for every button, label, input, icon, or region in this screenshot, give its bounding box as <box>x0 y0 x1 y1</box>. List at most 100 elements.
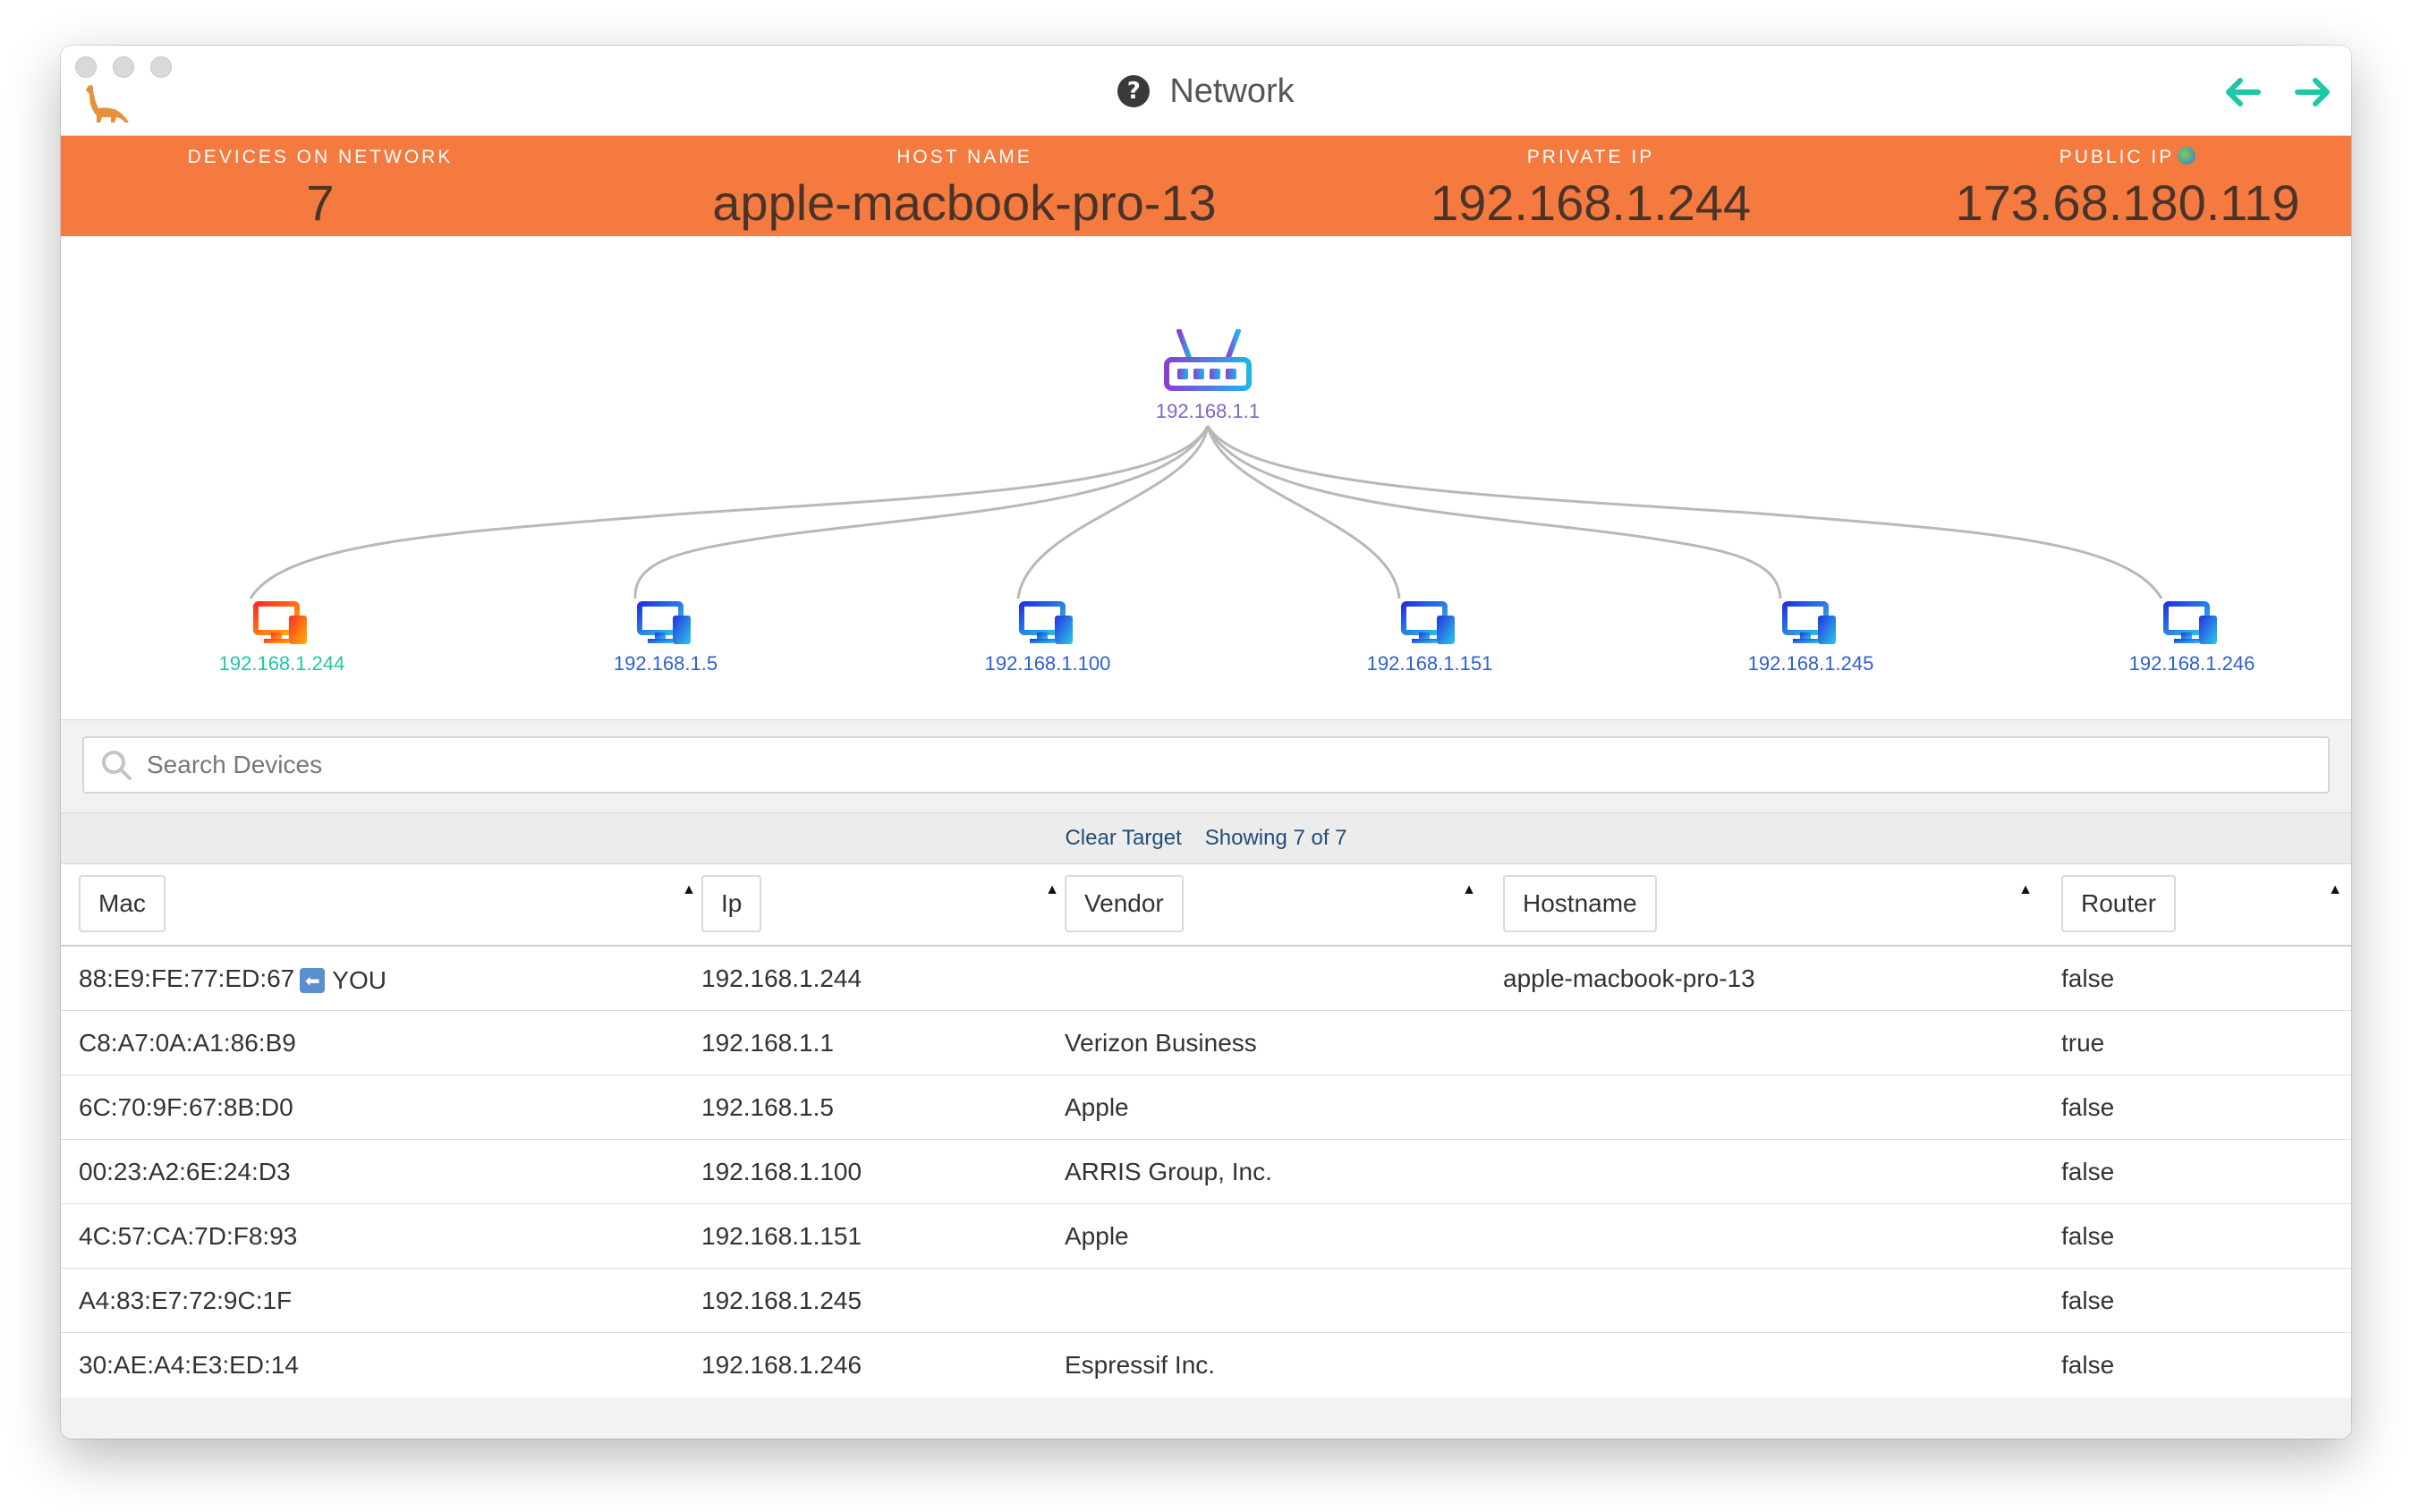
computer-self-icon <box>253 601 307 644</box>
you-badge: ⬅ YOU <box>300 948 386 1013</box>
filter-bar: Clear Target Showing 7 of 7 <box>61 812 2351 864</box>
cell-ip: 192.168.1.5 <box>701 1093 834 1121</box>
search-box[interactable] <box>82 736 2330 794</box>
sort-arrow-icon[interactable]: ▲ <box>1045 882 1059 898</box>
cell-mac: 00:23:A2:6E:24:D3 <box>79 1158 291 1185</box>
computer-icon <box>2163 601 2217 644</box>
help-icon[interactable]: ? <box>1117 75 1151 107</box>
cell-router: false <box>2061 1093 2115 1121</box>
back-arrow-icon[interactable] <box>2222 72 2262 112</box>
link-to-151 <box>1206 425 1401 599</box>
footer-area <box>61 1397 2351 1439</box>
navigation-arrows <box>2222 72 2333 112</box>
cell-router: false <box>2061 1351 2115 1379</box>
left-arrow-icon: ⬅ <box>300 968 326 993</box>
stat-host-value: apple-macbook-pro-13 <box>712 174 1217 231</box>
search-icon <box>102 751 132 780</box>
cell-vendor: Apple <box>1065 1093 1129 1121</box>
stat-private-label: PRIVATE IP <box>1526 147 1655 167</box>
device-ip-self: 192.168.1.244 <box>218 652 345 675</box>
table-row[interactable]: 4C:57:CA:7D:F8:93 192.168.1.151 Apple fa… <box>61 1204 2351 1269</box>
device-node-151[interactable]: 192.168.1.151 <box>1367 601 1492 675</box>
router-icon <box>1164 328 1252 391</box>
stat-public-label-text: PUBLIC IP <box>2059 147 2175 167</box>
title-bar: ? Network <box>61 46 2351 136</box>
column-ip-label[interactable]: Ip <box>701 875 762 932</box>
device-node-5[interactable]: 192.168.1.5 <box>614 601 718 675</box>
column-header-hostname[interactable]: Hostname ▲ <box>1503 875 2033 932</box>
table-header: Mac ▲ Ip ▲ Vendor ▲ Hostname ▲ Router ▲ <box>61 864 2351 947</box>
cell-router: false <box>2061 1158 2115 1185</box>
stat-devices: DEVICES ON NETWORK 7 <box>132 147 508 232</box>
table-row[interactable]: A4:83:E7:72:9C:1F 192.168.1.245 false <box>61 1269 2351 1333</box>
table-row[interactable]: 00:23:A2:6E:24:D3 192.168.1.100 ARRIS Gr… <box>61 1140 2351 1204</box>
device-table-body: 88:E9:FE:77:ED:67 ⬅ YOU 192.168.1.244 appl… <box>61 947 2351 1397</box>
network-topology: 192.168.1.1 192.168.1.244 192.168.1.5 19… <box>61 236 2351 719</box>
device-ip: 192.168.1.245 <box>1747 652 1874 675</box>
stat-host: HOST NAME apple-macbook-pro-13 <box>651 147 1278 232</box>
cell-mac: 6C:70:9F:67:8B:D0 <box>79 1093 293 1121</box>
computer-icon <box>1782 601 1836 644</box>
column-header-mac[interactable]: Mac ▲ <box>79 875 696 932</box>
router-node[interactable]: 192.168.1.1 <box>1156 328 1260 423</box>
column-hostname-label[interactable]: Hostname <box>1503 875 1657 932</box>
table-row[interactable]: 30:AE:A4:E3:ED:14 192.168.1.246 Espressi… <box>61 1333 2351 1397</box>
device-node-246[interactable]: 192.168.1.246 <box>2129 601 2255 675</box>
cell-ip: 192.168.1.244 <box>701 964 862 992</box>
router-ip: 192.168.1.1 <box>1155 400 1261 422</box>
cell-vendor: Verizon Business <box>1065 1029 1257 1057</box>
window-title: ? Network <box>61 69 2351 114</box>
cell-mac: 88:E9:FE:77:ED:67 ⬅ YOU <box>79 947 386 1013</box>
topology-links <box>249 425 2163 599</box>
cell-vendor: Apple <box>1065 1222 1129 1250</box>
device-ip: 192.168.1.100 <box>984 652 1111 675</box>
cell-router: false <box>2061 1287 2115 1314</box>
cell-mac: 30:AE:A4:E3:ED:14 <box>79 1351 299 1379</box>
cell-ip: 192.168.1.245 <box>701 1287 862 1314</box>
stat-public-ip: PUBLIC IP 173.68.180.119 <box>1922 147 2333 232</box>
cell-router: false <box>2061 1222 2115 1250</box>
cell-mac-text: 88:E9:FE:77:ED:67 <box>79 964 295 992</box>
you-label: YOU <box>332 966 386 994</box>
cell-mac: A4:83:E7:72:9C:1F <box>79 1287 293 1314</box>
cell-mac: 4C:57:CA:7D:F8:93 <box>79 1222 298 1250</box>
table-row[interactable]: C8:A7:0A:A1:86:B9 192.168.1.1 Verizon Bu… <box>61 1011 2351 1075</box>
cell-router: true <box>2061 1029 2105 1057</box>
table-row[interactable]: 6C:70:9F:67:8B:D0 192.168.1.5 Apple fals… <box>61 1075 2351 1140</box>
sort-arrow-icon[interactable]: ▲ <box>1462 882 1476 898</box>
stat-public-value: 173.68.180.119 <box>1955 174 2300 231</box>
cell-ip: 192.168.1.1 <box>701 1029 834 1057</box>
network-stats-bar: DEVICES ON NETWORK 7 HOST NAME apple-mac… <box>61 136 2351 236</box>
showing-count: Showing 7 of 7 <box>1204 826 1347 850</box>
window-title-text: Network <box>1169 72 1295 110</box>
column-header-router[interactable]: Router ▲ <box>2061 875 2342 932</box>
device-ip: 192.168.1.246 <box>2128 652 2255 675</box>
cell-router: false <box>2061 964 2115 992</box>
cell-hostname: apple-macbook-pro-13 <box>1503 964 1755 992</box>
column-header-ip[interactable]: Ip ▲ <box>701 875 1059 932</box>
link-to-244 <box>249 425 1210 599</box>
search-area <box>61 719 2351 812</box>
cell-ip: 192.168.1.246 <box>701 1351 862 1379</box>
device-node-self[interactable]: 192.168.1.244 <box>219 601 344 675</box>
computer-icon <box>1019 601 1073 644</box>
sort-arrow-icon[interactable]: ▲ <box>682 882 696 898</box>
column-router-label[interactable]: Router <box>2061 875 2177 932</box>
link-to-245 <box>1206 425 1782 599</box>
forward-arrow-icon[interactable] <box>2294 72 2333 112</box>
device-ip: 192.168.1.5 <box>613 652 718 675</box>
device-node-100[interactable]: 192.168.1.100 <box>985 601 1110 675</box>
device-node-245[interactable]: 192.168.1.245 <box>1748 601 1873 675</box>
stat-host-label: HOST NAME <box>896 147 1032 167</box>
column-header-vendor[interactable]: Vendor ▲ <box>1065 875 1476 932</box>
search-devices-input[interactable] <box>147 751 2328 779</box>
table-row[interactable]: 88:E9:FE:77:ED:67 ⬅ YOU 192.168.1.244 appl… <box>61 947 2351 1011</box>
clear-target-link[interactable]: Clear Target <box>1065 826 1181 851</box>
column-vendor-label[interactable]: Vendor <box>1065 875 1184 932</box>
cell-vendor: ARRIS Group, Inc. <box>1065 1158 1272 1185</box>
stat-devices-label: DEVICES ON NETWORK <box>187 147 454 167</box>
stat-private-ip: PRIVATE IP 192.168.1.244 <box>1385 147 1796 232</box>
sort-arrow-icon[interactable]: ▲ <box>2018 882 2033 898</box>
sort-arrow-icon[interactable]: ▲ <box>2328 882 2342 898</box>
column-mac-label[interactable]: Mac <box>79 875 166 932</box>
